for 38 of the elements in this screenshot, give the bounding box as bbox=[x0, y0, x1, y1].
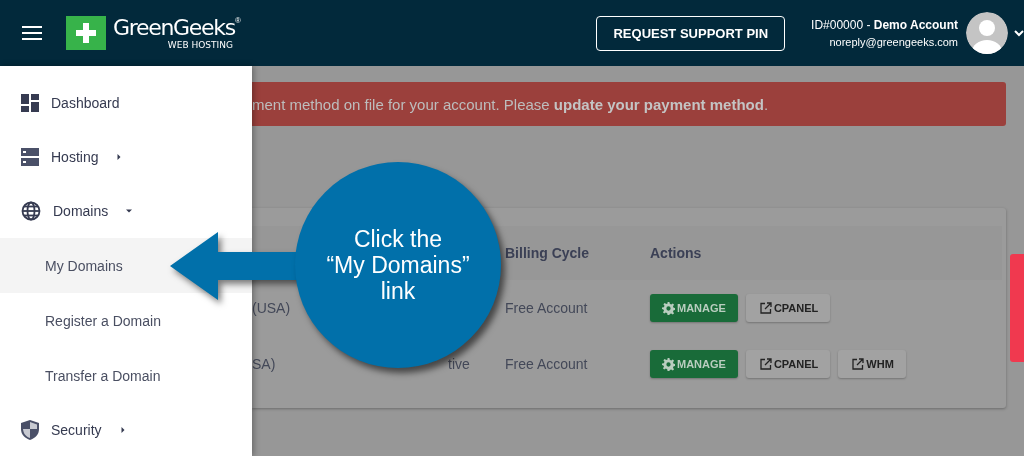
account-id: ID#00000 - Demo Account bbox=[811, 18, 958, 32]
table-cell-text: Free Account bbox=[505, 356, 589, 372]
shield-icon bbox=[21, 420, 39, 440]
menu-icon[interactable] bbox=[22, 26, 42, 40]
callout-text: Click the “My Domains” link bbox=[326, 226, 470, 304]
chevron-down-icon[interactable] bbox=[1014, 29, 1024, 37]
avatar-icon[interactable] bbox=[966, 12, 1008, 54]
manage-button[interactable]: MANAGE bbox=[650, 350, 738, 378]
column-header: Actions bbox=[650, 245, 703, 261]
support-pin-button[interactable]: REQUEST SUPPORT PIN bbox=[596, 15, 786, 51]
external-link-button[interactable]: WHM bbox=[838, 350, 906, 378]
sidebar-subitem[interactable]: Register a Domain bbox=[0, 293, 252, 348]
sidebar-item[interactable]: Dashboard bbox=[0, 76, 252, 130]
table-cell-text: (USA) bbox=[252, 300, 292, 316]
table-cell-text: tive bbox=[447, 356, 471, 372]
table-cell-text: SA) bbox=[252, 356, 277, 372]
dashboard-icon bbox=[21, 94, 39, 112]
server-icon bbox=[21, 148, 39, 166]
table-cell-text: Free Account bbox=[505, 300, 589, 316]
external-link-button[interactable]: CPANEL bbox=[745, 350, 831, 378]
external-link-icon bbox=[759, 358, 772, 370]
gear-icon bbox=[662, 301, 675, 315]
gear-icon bbox=[662, 357, 675, 371]
external-link-button[interactable]: CPANEL bbox=[745, 294, 831, 322]
brand-tagline: WEB HOSTING bbox=[167, 39, 233, 51]
globe-icon bbox=[21, 201, 41, 221]
external-link-icon bbox=[852, 358, 865, 370]
column-header: Billing Cycle bbox=[505, 245, 591, 261]
sidebar-subitem[interactable]: Transfer a Domain bbox=[0, 348, 252, 403]
alert-message: ment method on file for your account. Please update your payment method. bbox=[252, 95, 769, 113]
account-email: noreply@greengeeks.com bbox=[829, 36, 958, 48]
manage-button[interactable]: MANAGE bbox=[650, 294, 738, 322]
trademark-mark: ® bbox=[234, 15, 241, 25]
external-link-icon bbox=[759, 302, 772, 314]
sidebar-item[interactable]: Hosting bbox=[0, 130, 252, 184]
brand-name: GreenGeeks bbox=[113, 15, 235, 40]
sidebar-item[interactable]: Domains bbox=[0, 184, 252, 238]
sidebar-item[interactable]: Security bbox=[0, 403, 252, 456]
